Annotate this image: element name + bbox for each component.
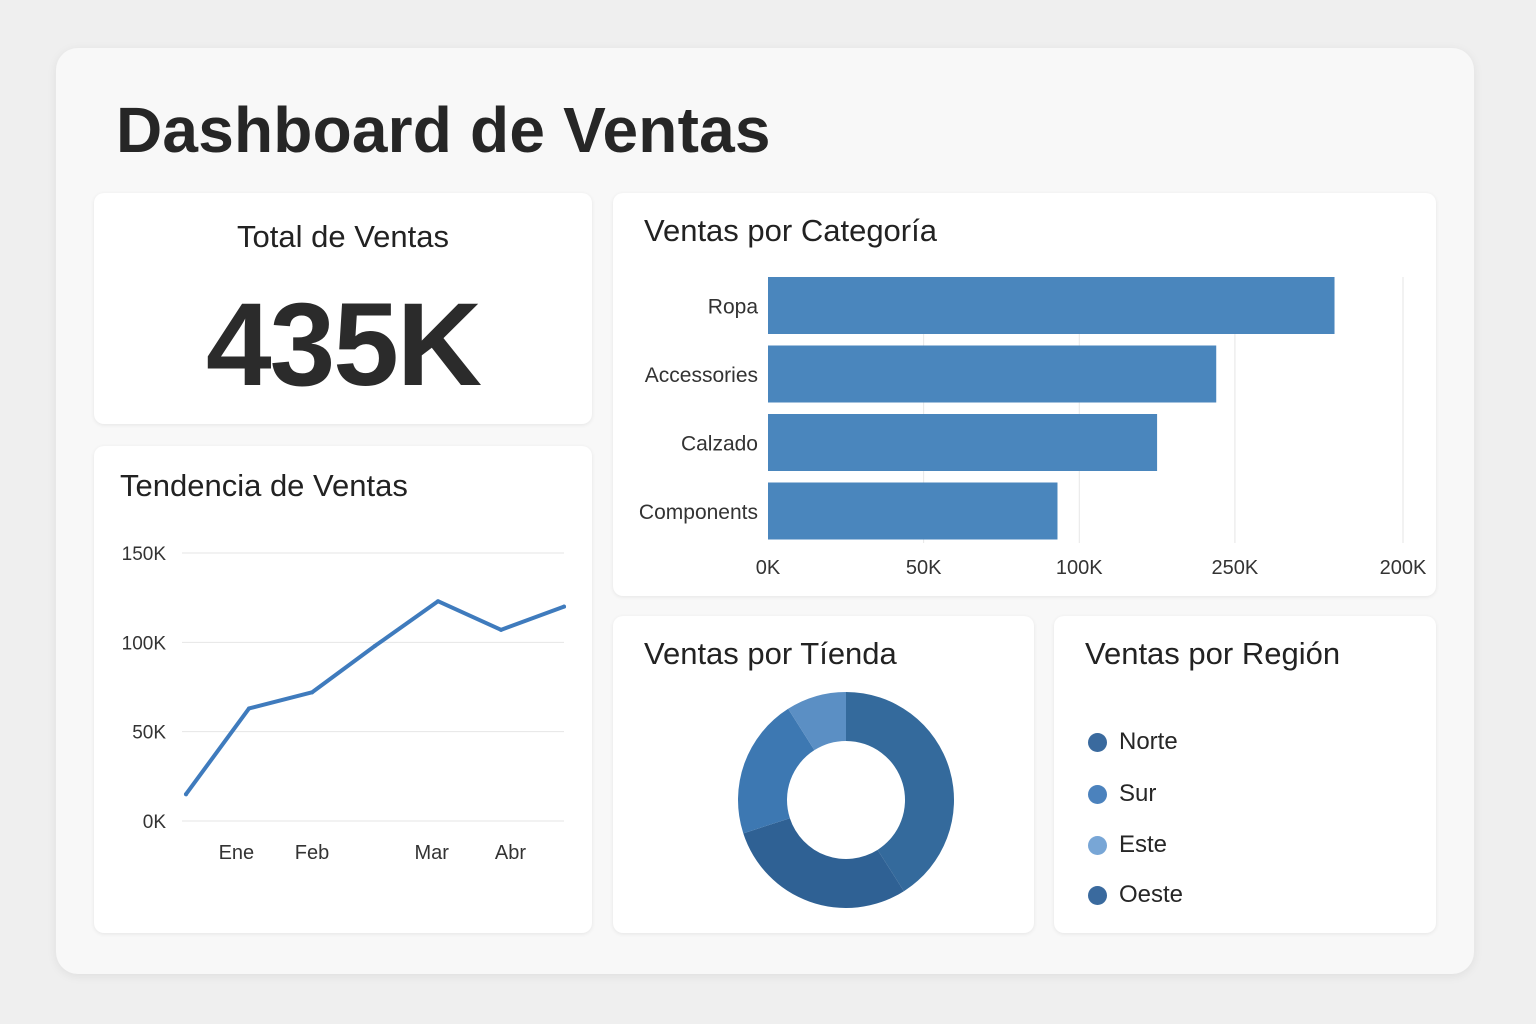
category-card: Ventas por Categoría 0K 50K 100K 250K 200K Ro… xyxy=(613,193,1436,596)
category-label: Ropa xyxy=(708,296,759,319)
legend-item-oeste: Oeste xyxy=(1088,879,1183,911)
bar xyxy=(768,414,1158,471)
x-tick-label: 250K xyxy=(1212,557,1259,579)
page-title: Dashboard de Ventas xyxy=(116,94,771,166)
x-tick-label: 0K xyxy=(756,557,781,579)
data-point xyxy=(373,643,377,648)
y-tick-label: 0K xyxy=(143,812,167,833)
legend-label: Oeste xyxy=(1119,881,1184,908)
x-tick-label: 200K xyxy=(1380,557,1427,579)
data-point xyxy=(184,792,188,797)
kpi-label: Total de Ventas xyxy=(237,219,449,254)
legend-item-sur: Sur xyxy=(1088,778,1156,810)
trend-card: Tendencia de Ventas 0K 50K 100K 150K Ene Feb M… xyxy=(94,446,592,933)
legend-dot-icon xyxy=(1088,732,1107,752)
x-tick-label: 50K xyxy=(906,557,942,579)
y-tick-label: 50K xyxy=(132,723,166,744)
bar xyxy=(768,482,1058,540)
x-tick-label: Mar xyxy=(414,842,449,864)
legend-dot-icon xyxy=(1088,885,1107,905)
x-tick-label: 100K xyxy=(1056,557,1103,579)
kpi-card: Total de Ventas 435K xyxy=(94,193,592,424)
x-tick-label: Abr xyxy=(495,842,526,864)
data-point xyxy=(562,604,566,609)
kpi-value: 435K xyxy=(205,279,482,411)
data-point xyxy=(310,690,314,695)
legend-item-este: Este xyxy=(1088,829,1167,861)
bar xyxy=(768,277,1335,334)
legend-dot-icon xyxy=(1088,835,1107,855)
region-title: Ventas por Región xyxy=(1085,636,1341,671)
data-point xyxy=(499,627,503,632)
x-tick-label: Ene xyxy=(219,842,255,864)
donut-slice xyxy=(743,818,904,908)
legend-label: Sur xyxy=(1119,780,1157,807)
region-card: Ventas por Región Norte Sur Este Oeste xyxy=(1054,616,1436,933)
legend-label: Norte xyxy=(1119,728,1178,755)
series-line xyxy=(184,599,566,797)
trend-chart: 0K 50K 100K 150K Ene Feb Mar Abr xyxy=(122,544,566,864)
legend-dot-icon xyxy=(1088,784,1107,804)
category-chart: 0K 50K 100K 250K 200K Ropa Accessories Calzado C… xyxy=(639,277,1427,579)
store-donut-chart xyxy=(738,692,955,908)
category-label: Calzado xyxy=(681,433,758,456)
y-tick-label: 150K xyxy=(122,544,167,565)
bar xyxy=(768,345,1217,403)
data-point xyxy=(436,599,440,604)
category-label: Accessories xyxy=(645,364,758,387)
legend-label: Este xyxy=(1119,831,1168,858)
category-label: Components xyxy=(639,501,758,524)
store-card: Ventas por Tíenda xyxy=(613,616,1034,933)
data-point xyxy=(247,706,251,711)
y-tick-label: 100K xyxy=(122,633,167,654)
legend-item-norte: Norte xyxy=(1088,726,1178,758)
x-tick-label: Feb xyxy=(295,842,329,864)
